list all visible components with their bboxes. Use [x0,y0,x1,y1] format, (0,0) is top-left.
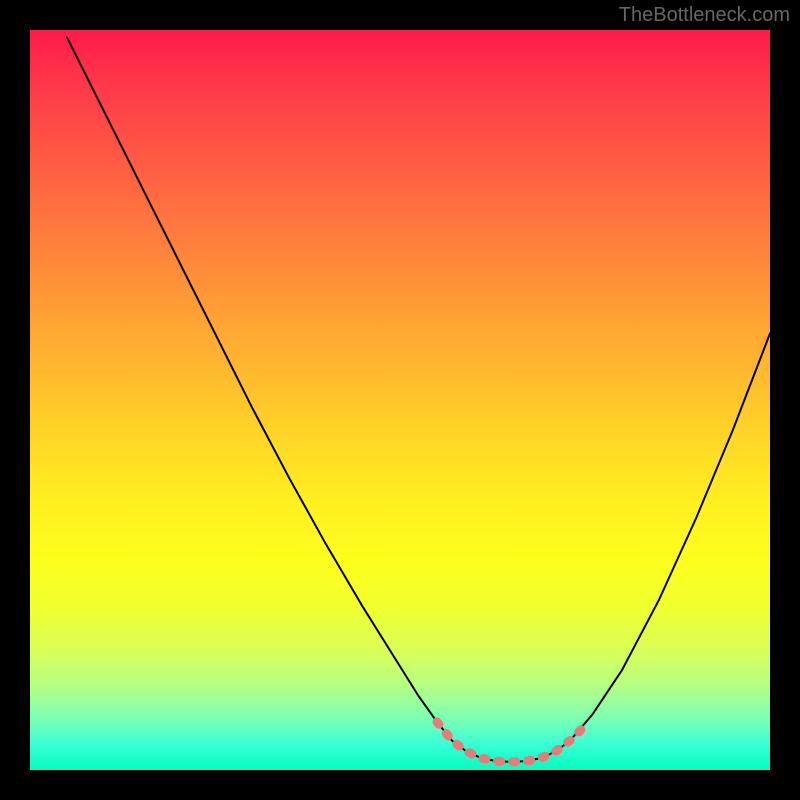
optimal-range-highlight [437,722,581,762]
chart-plot-area [30,30,770,770]
chart-svg [30,30,770,770]
bottleneck-curve [67,37,770,761]
watermark-text: TheBottleneck.com [619,4,790,27]
